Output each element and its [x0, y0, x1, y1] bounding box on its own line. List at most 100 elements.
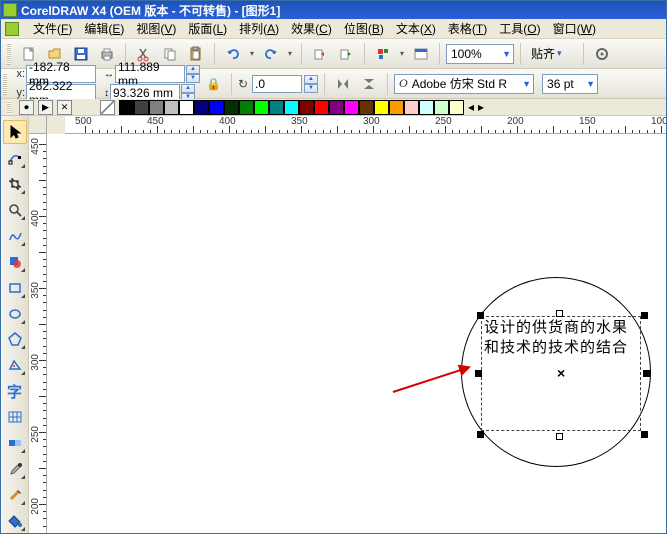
text-tool[interactable]: 字 [3, 379, 27, 403]
shape-tool[interactable] [3, 146, 27, 170]
palette-grip[interactable] [7, 101, 11, 114]
selection-handle-s[interactable] [556, 433, 563, 440]
crop-tool[interactable] [3, 172, 27, 196]
ellipse-tool[interactable] [3, 302, 27, 326]
outline-tool[interactable] [3, 483, 27, 507]
rectangle-tool[interactable] [3, 276, 27, 300]
color-swatch[interactable] [434, 100, 449, 115]
import-button[interactable] [308, 42, 332, 66]
color-swatch[interactable] [254, 100, 269, 115]
lock-ratio-icon[interactable]: 🔒 [206, 77, 221, 91]
standard-toolbar: ▾ ▾ ▾ 100% ▼ 贴齐 ▾ [1, 39, 666, 69]
color-swatch[interactable] [284, 100, 299, 115]
mirror-h-button[interactable] [331, 72, 355, 96]
color-swatch[interactable] [329, 100, 344, 115]
menu-effects[interactable]: 效果(C) [285, 18, 338, 39]
zoom-tool[interactable] [3, 198, 27, 222]
font-name-combo[interactable]: O Adobe 仿宋 Std R ▼ [394, 74, 534, 94]
color-swatch[interactable] [359, 100, 374, 115]
table-tool[interactable] [3, 405, 27, 429]
palette-right[interactable]: ▸ [478, 100, 484, 114]
color-swatch[interactable] [194, 100, 209, 115]
selection-handle-ne[interactable] [641, 312, 648, 319]
selection-handle-se[interactable] [641, 431, 648, 438]
menu-arrange[interactable]: 排列(A) [233, 18, 285, 39]
color-swatch[interactable] [239, 100, 254, 115]
selection-center-icon[interactable]: × [557, 366, 565, 380]
color-swatch[interactable] [404, 100, 419, 115]
width-spinner[interactable]: ▲▼ [186, 65, 200, 83]
color-swatch[interactable] [314, 100, 329, 115]
menu-table[interactable]: 表格(T) [442, 18, 493, 39]
polygon-tool[interactable] [3, 328, 27, 352]
smart-fill-tool[interactable] [3, 250, 27, 274]
interactive-tool[interactable] [3, 431, 27, 455]
chevron-down-icon: ▼ [582, 79, 595, 89]
property-grip[interactable] [3, 73, 7, 95]
options-button[interactable] [590, 42, 614, 66]
canvas-area: 500450400350300250200150100 450400350300… [29, 116, 666, 533]
color-swatch[interactable] [419, 100, 434, 115]
horizontal-ruler[interactable]: 500450400350300250200150100 [65, 116, 666, 134]
menu-file[interactable]: 文件(F) [27, 18, 78, 39]
color-swatch[interactable] [449, 100, 464, 115]
color-swatch[interactable] [299, 100, 314, 115]
mirror-v-button[interactable] [357, 72, 381, 96]
record-button[interactable]: ⏺ [19, 100, 34, 115]
stop-button[interactable]: ✕ [57, 100, 72, 115]
play-button[interactable]: ▶ [38, 100, 53, 115]
color-swatch[interactable] [134, 100, 149, 115]
menu-layout[interactable]: 版面(L) [182, 18, 233, 39]
font-size-combo[interactable]: 36 pt ▼ [542, 74, 598, 94]
undo-dropdown[interactable]: ▾ [247, 49, 257, 58]
no-color-swatch[interactable] [100, 100, 115, 115]
color-swatch[interactable] [269, 100, 284, 115]
chevron-down-icon: ▼ [498, 49, 511, 59]
app-launcher-dropdown[interactable]: ▾ [397, 49, 407, 58]
fill-tool[interactable] [3, 509, 27, 533]
color-swatch[interactable] [374, 100, 389, 115]
menu-edit[interactable]: 编辑(E) [78, 18, 130, 39]
annotation-arrow [393, 366, 470, 393]
paste-button[interactable] [184, 42, 208, 66]
export-button[interactable] [334, 42, 358, 66]
selection-handle-n[interactable] [556, 310, 563, 317]
drawing-canvas[interactable]: 设计的供货商的水果和技术的技术的结合 × [47, 134, 666, 533]
welcome-button[interactable] [409, 42, 433, 66]
color-swatch[interactable] [224, 100, 239, 115]
eyedropper-tool[interactable] [3, 457, 27, 481]
snap-combo[interactable]: 贴齐 ▾ [527, 44, 577, 64]
selection-handle-nw[interactable] [477, 312, 484, 319]
rotation-spinner[interactable]: ▲▼ [304, 75, 318, 93]
app-launcher-button[interactable] [371, 42, 395, 66]
color-swatch[interactable] [179, 100, 194, 115]
width-input[interactable]: 111.889 mm [115, 65, 185, 83]
freehand-tool[interactable] [3, 224, 27, 248]
menu-view[interactable]: 视图(V) [130, 18, 182, 39]
selection-handle-w[interactable] [475, 370, 482, 377]
menu-window[interactable]: 窗口(W) [547, 18, 602, 39]
basic-shapes-tool[interactable] [3, 353, 27, 377]
toolbar-grip[interactable] [7, 43, 11, 65]
menu-bitmaps[interactable]: 位图(B) [338, 18, 390, 39]
menu-tools[interactable]: 工具(O) [493, 18, 546, 39]
color-swatch[interactable] [149, 100, 164, 115]
vertical-ruler[interactable]: 450400350300250200 [29, 134, 47, 533]
selection-handle-sw[interactable] [477, 431, 484, 438]
zoom-combo[interactable]: 100% ▼ [446, 44, 514, 64]
color-swatch[interactable] [389, 100, 404, 115]
palette-left[interactable]: ◂ [468, 100, 474, 114]
undo-button[interactable] [221, 42, 245, 66]
rotation-input[interactable]: .0 [252, 75, 302, 93]
ruler-origin[interactable] [29, 116, 47, 134]
redo-dropdown[interactable]: ▾ [285, 49, 295, 58]
redo-button[interactable] [259, 42, 283, 66]
color-swatch[interactable] [344, 100, 359, 115]
color-swatch[interactable] [164, 100, 179, 115]
menu-text[interactable]: 文本(X) [390, 18, 442, 39]
selection-handle-e[interactable] [643, 370, 650, 377]
color-swatch[interactable] [119, 100, 134, 115]
color-swatch[interactable] [209, 100, 224, 115]
print-button[interactable] [95, 42, 119, 66]
pick-tool[interactable] [3, 120, 27, 144]
